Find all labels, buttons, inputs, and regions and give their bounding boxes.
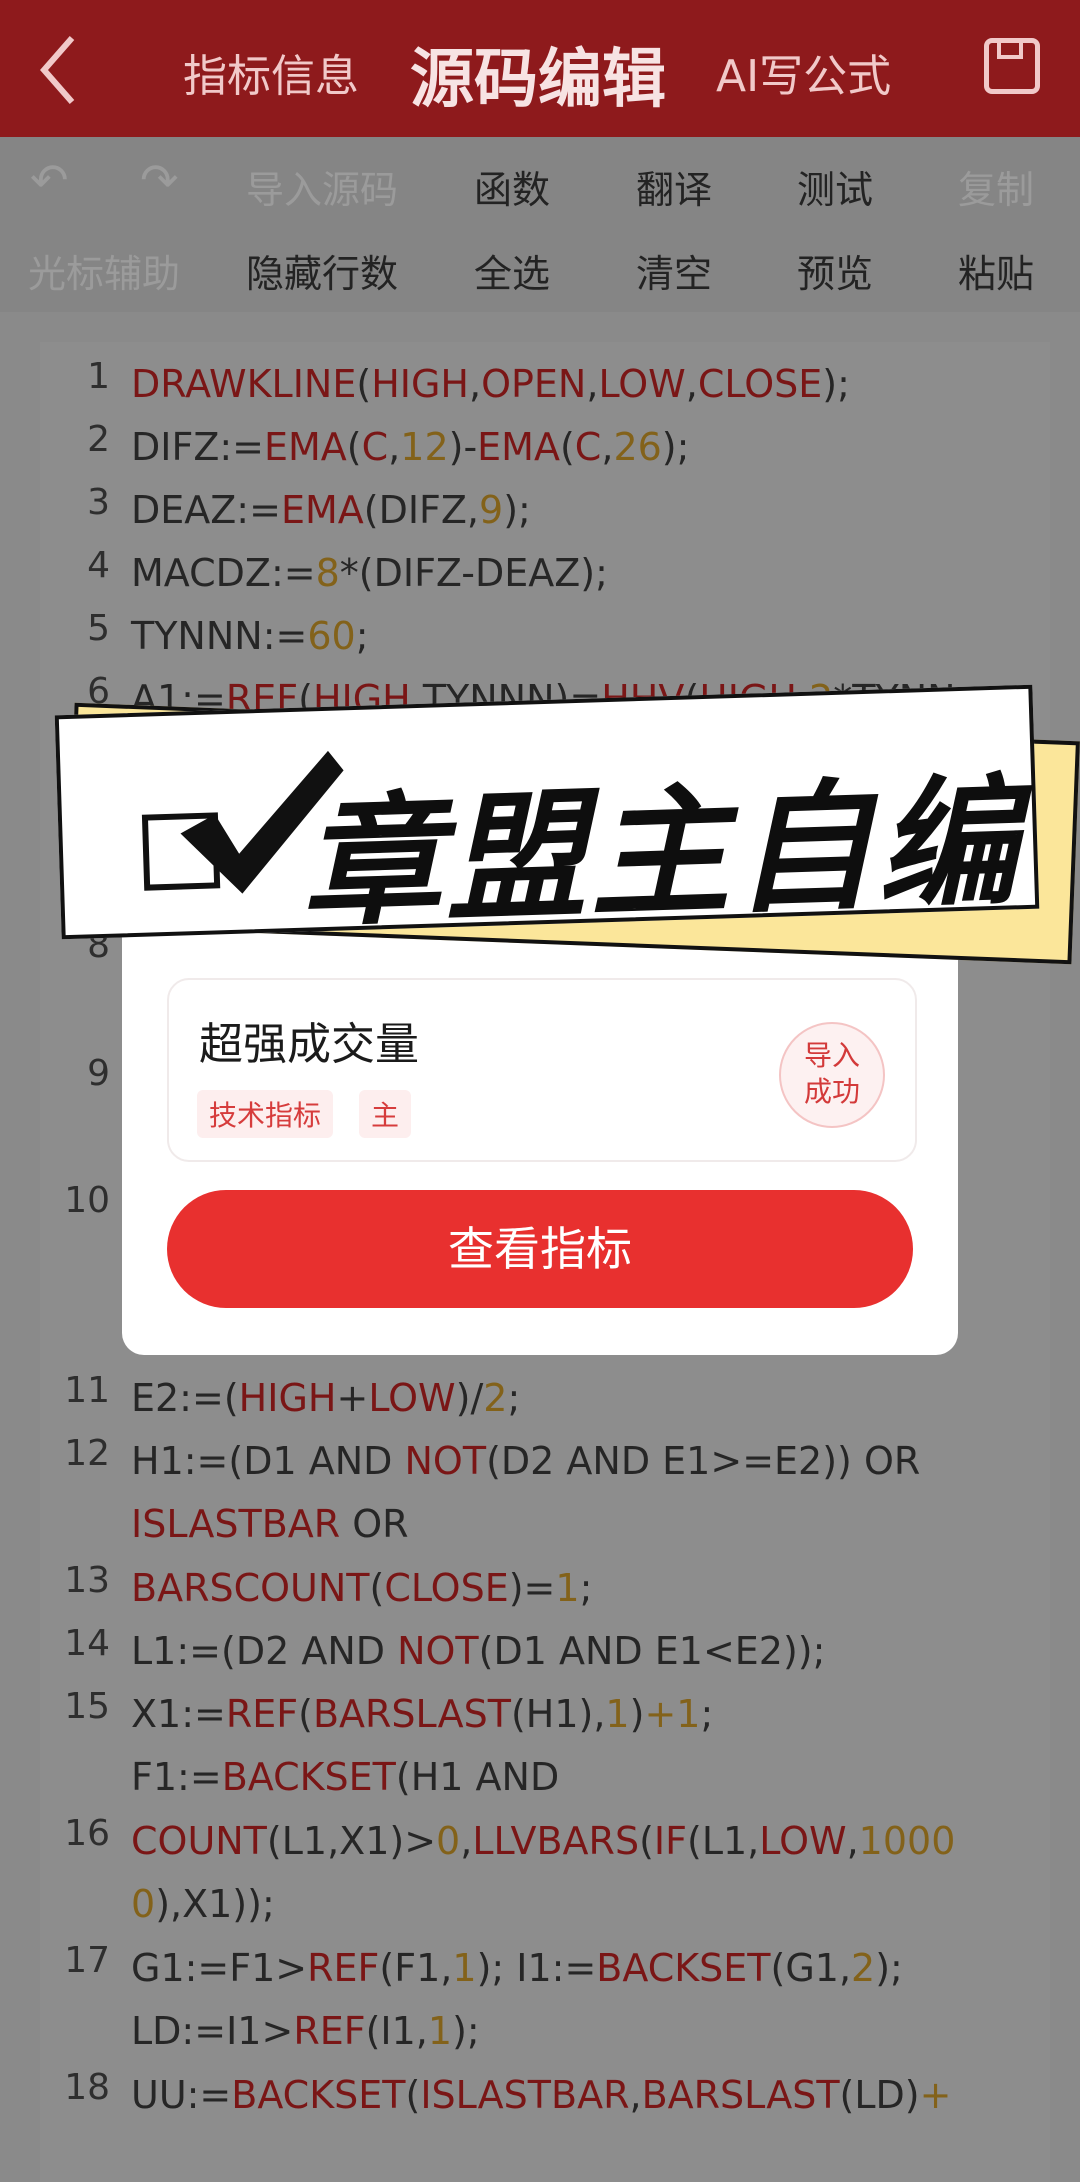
code-line: DEAZ:=EMA(DIFZ,9); — [131, 488, 531, 532]
editor-toolbar: ↶ ↷ 导入源码 函数 翻译 测试 复制 光标辅助 隐藏行数 全选 清空 预览 … — [0, 137, 1080, 312]
line-number: 3 — [87, 482, 110, 523]
code-line: UU:=BACKSET(ISLASTBAR,BARSLAST(LD)+ — [131, 2073, 952, 2117]
code-line: DIFZ:=EMA(C,12)-EMA(C,26); — [131, 425, 690, 469]
select-all-button[interactable]: 全选 — [474, 243, 550, 298]
indicator-name: 超强成交量 — [199, 1019, 419, 1070]
code-line: MACDZ:=8*(DIFZ-DEAZ); — [131, 551, 608, 595]
code-line: TYNNN:=60; — [131, 614, 369, 658]
code-line: X1:=REF(BARSLAST(H1),1)+1; — [131, 1692, 714, 1736]
title-banner: 章盟主自编 — [54, 684, 1040, 947]
code-line: G1:=F1>REF(F1,1); I1:=BACKSET(G1,2); — [131, 1946, 903, 1990]
functions-button[interactable]: 函数 — [474, 159, 550, 214]
code-line: H1:=(D1 AND NOT(D2 AND E1>=E2)) OR — [131, 1439, 921, 1483]
code-line: BARSCOUNT(CLOSE)=1; — [131, 1566, 593, 1610]
line-number: 13 — [64, 1560, 110, 1601]
line-number: 9 — [87, 1053, 110, 1094]
code-line: L1:=(D2 AND NOT(D1 AND E1<E2)); — [131, 1629, 826, 1673]
line-number: 4 — [87, 545, 110, 586]
code-line: E2:=(HIGH+LOW)/2; — [131, 1376, 521, 1420]
app-header: 指标信息 源码编辑 AI写公式 — [0, 0, 1080, 137]
line-number: 1 — [87, 356, 110, 397]
line-number: 17 — [64, 1940, 110, 1981]
import-success-stamp: 导入 成功 — [779, 1022, 885, 1128]
clear-button[interactable]: 清空 — [636, 243, 712, 298]
view-indicator-button[interactable]: 查看指标 — [167, 1190, 913, 1308]
tab-indicator-info[interactable]: 指标信息 — [183, 40, 359, 104]
stamp-line-2: 成功 — [803, 1075, 860, 1108]
test-button[interactable]: 测试 — [797, 159, 873, 214]
tag-main: 主 — [359, 1090, 412, 1138]
chevron-left-icon[interactable] — [30, 30, 90, 110]
banner-title: 章盟主自编 — [298, 761, 1024, 947]
code-line: COUNT(L1,X1)>0,LLVBARS(IF(L1,LOW,1000 — [131, 1819, 956, 1863]
tag-technical-indicator: 技术指标 — [197, 1090, 334, 1138]
paste-button[interactable]: 粘贴 — [958, 243, 1034, 298]
line-number: 5 — [87, 608, 110, 649]
tab-source-edit[interactable]: 源码编辑 — [410, 28, 666, 120]
line-number: 11 — [64, 1370, 110, 1411]
line-number: 15 — [64, 1686, 110, 1727]
line-number: 16 — [64, 1813, 110, 1854]
import-source-button[interactable]: 导入源码 — [246, 159, 398, 214]
code-line: DRAWKLINE(HIGH,OPEN,LOW,CLOSE); — [131, 362, 850, 406]
line-number: 10 — [64, 1180, 110, 1221]
translate-button[interactable]: 翻译 — [636, 159, 712, 214]
code-line: LD:=I1>REF(I1,1); — [131, 2009, 480, 2053]
preview-button[interactable]: 预览 — [797, 243, 873, 298]
cursor-assist-button[interactable]: 光标辅助 — [28, 243, 180, 298]
hide-line-numbers-button[interactable]: 隐藏行数 — [246, 243, 398, 298]
line-number: 12 — [64, 1433, 110, 1474]
redo-icon[interactable]: ↷ — [140, 153, 179, 207]
line-number: 18 — [64, 2067, 110, 2108]
tab-ai-formula[interactable]: AI写公式 — [716, 40, 891, 104]
code-line: ISLASTBAR OR — [131, 1502, 409, 1546]
copy-button[interactable]: 复制 — [958, 159, 1034, 214]
undo-icon[interactable]: ↶ — [30, 153, 69, 207]
code-line: F1:=BACKSET(H1 AND — [131, 1755, 560, 1799]
code-line: 0),X1)); — [131, 1882, 275, 1926]
indicator-card: 超强成交量 技术指标 主 导入 成功 — [167, 978, 917, 1162]
stamp-line-1: 导入 — [803, 1039, 860, 1072]
line-number: 2 — [87, 419, 110, 460]
line-number: 14 — [64, 1623, 110, 1664]
save-icon[interactable] — [984, 38, 1040, 94]
